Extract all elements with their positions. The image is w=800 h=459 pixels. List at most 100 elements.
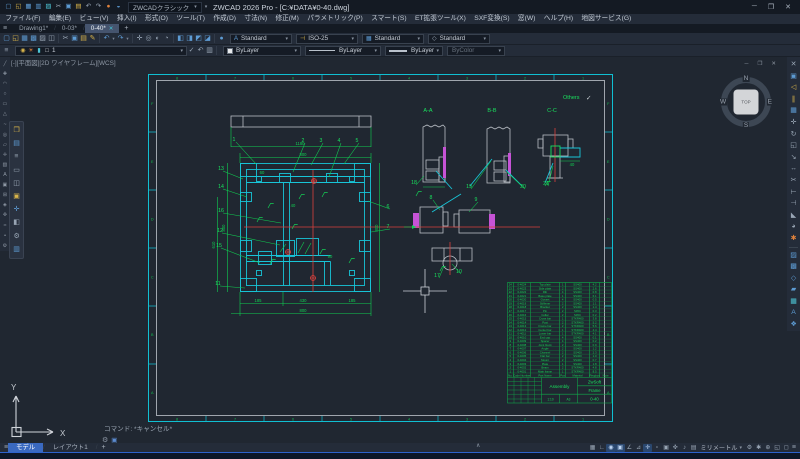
doc-close-button[interactable]: ✕ xyxy=(771,61,776,67)
layer-freeze-icon[interactable]: ☀ xyxy=(27,46,35,56)
break-icon[interactable]: ⊣ xyxy=(789,198,798,210)
chevron-down-icon[interactable]: ▾ xyxy=(436,48,439,54)
table-tool-icon[interactable]: ▥ xyxy=(12,244,21,255)
layer-previous-button[interactable]: ↶ xyxy=(196,46,205,56)
menu-item[interactable]: 寸法(N) xyxy=(240,14,271,24)
chevron-down-icon[interactable]: ▾ xyxy=(483,36,486,42)
undo-icon[interactable]: ↶ xyxy=(102,34,111,44)
redo-dropdown-arrow[interactable]: ▾ xyxy=(125,34,130,44)
measure-icon[interactable]: ⚙ xyxy=(12,231,21,242)
move-tool-icon[interactable]: ✛ xyxy=(12,204,21,215)
table-icon[interactable]: ▦ xyxy=(789,296,798,308)
extend-icon[interactable]: ⊢ xyxy=(789,187,798,199)
compass-west[interactable]: W xyxy=(719,99,727,106)
paste-icon[interactable]: ▤ xyxy=(74,2,83,12)
chevron-down-icon[interactable]: ▾ xyxy=(417,36,420,42)
offset-icon[interactable]: ∥ xyxy=(789,94,798,106)
menu-item[interactable]: ファイル(F) xyxy=(1,14,45,24)
layer-color-swatch-icon[interactable]: □ xyxy=(43,46,51,56)
chevron-down-icon[interactable]: ▾ xyxy=(285,36,288,42)
isolate-objects-icon[interactable]: ⚙ xyxy=(745,444,754,452)
fullscreen-icon[interactable]: ◱ xyxy=(773,444,782,452)
layer-properties-icon[interactable]: ≡ xyxy=(2,46,11,56)
drawing-canvas[interactable]: 8877665544332211FFEEDDCCBBAA xyxy=(0,57,800,443)
menu-item[interactable]: パラメトリック(P) xyxy=(303,14,367,24)
osnap-icon[interactable]: ▣ xyxy=(616,444,625,452)
doc-tab[interactable]: 0-40*✕ xyxy=(85,24,120,34)
redo-icon[interactable]: ↷ xyxy=(94,2,103,12)
new-tab-button[interactable]: + xyxy=(119,25,133,32)
rotate-icon[interactable]: ↻ xyxy=(789,129,798,141)
grid-icon[interactable]: ▦ xyxy=(588,444,597,452)
workspace-switch-icon[interactable]: ● xyxy=(104,2,113,12)
workspace-dropdown[interactable]: ZWCADクラシック ▾ xyxy=(128,2,202,13)
chevron-down-icon[interactable]: ▾ xyxy=(294,48,297,54)
mirror-icon[interactable]: ◁ xyxy=(789,82,798,94)
compass-north[interactable]: N xyxy=(743,75,750,82)
close-tab-icon[interactable]: ✕ xyxy=(109,26,114,32)
chamfer-icon[interactable]: ◣ xyxy=(789,210,798,222)
stretch-icon[interactable]: ↘ xyxy=(789,152,798,164)
polygon-icon[interactable]: △ xyxy=(1,110,10,120)
xline-icon[interactable]: ✚ xyxy=(1,70,10,80)
visual-styles-icon[interactable]: ◪ xyxy=(203,34,212,44)
open-file-icon[interactable]: ◱ xyxy=(14,2,23,12)
distance-icon[interactable]: ▭ xyxy=(12,165,21,176)
new-icon[interactable]: ▢ xyxy=(2,34,11,44)
menu-item[interactable]: 地図サービス(G) xyxy=(577,14,635,24)
3d-views-icon[interactable]: ◩ xyxy=(194,34,203,44)
doc-tab-menu-ic[interactable]: ≡ xyxy=(3,25,7,32)
hatch-tool-icon[interactable]: ▨ xyxy=(789,250,798,262)
menu-item[interactable]: 形式(O) xyxy=(141,14,172,24)
menu-item[interactable]: スマート(S) xyxy=(367,14,411,24)
region-tool-icon[interactable]: ▰ xyxy=(789,284,798,296)
layer-on-icon[interactable]: ◉ xyxy=(19,46,27,56)
save-icon[interactable]: ▦ xyxy=(20,34,29,44)
open-icon[interactable]: ◱ xyxy=(11,34,20,44)
scale-icon[interactable]: ◱ xyxy=(789,140,798,152)
annotation-scale-icon[interactable]: ♪ xyxy=(680,444,689,452)
area-icon[interactable]: ◫ xyxy=(12,178,21,189)
properties-panel-icon[interactable]: ❒ xyxy=(12,125,21,136)
ducs-icon[interactable]: ⊿ xyxy=(634,444,643,452)
gradient-tool-icon[interactable]: ▩ xyxy=(789,261,798,273)
wipeout-icon[interactable]: ❖ xyxy=(789,319,798,331)
copy-object-icon[interactable]: ▣ xyxy=(789,71,798,83)
cut-icon[interactable]: ✂ xyxy=(54,2,63,12)
layer-combo[interactable]: ◉☀▮□ 1 ▾ xyxy=(15,46,187,56)
rectangle-icon[interactable]: ▭ xyxy=(1,100,10,110)
layer-make-current-button[interactable]: ✓ xyxy=(187,46,196,56)
arc-icon[interactable]: ◠ xyxy=(1,80,10,90)
table-style-combo[interactable]: ▦ Standard ▾ xyxy=(362,34,424,44)
plot-icon[interactable]: ▨ xyxy=(38,34,47,44)
tab-layout1[interactable]: レイアウト1 xyxy=(45,443,96,452)
doc-tab[interactable]: 0-03* xyxy=(56,24,83,33)
chevron-down-icon[interactable]: ▾ xyxy=(374,48,377,54)
close-button[interactable]: ✕ xyxy=(785,3,791,11)
layers-panel-icon[interactable]: ▤ xyxy=(12,138,21,149)
add-layout-button[interactable]: + xyxy=(97,444,109,451)
viewport-controls-label[interactable]: [-][平面図][2D ワイヤフレーム][WCS] xyxy=(11,58,116,67)
selection-cycling-icon[interactable]: ✜ xyxy=(671,444,680,452)
toolbar-options-arrow[interactable]: ▾ xyxy=(205,4,208,10)
mleader-style-combo[interactable]: ◇ Standard ▾ xyxy=(428,34,490,44)
group-icon[interactable]: ◧ xyxy=(12,217,21,228)
block-editor-icon[interactable]: ▣ xyxy=(12,191,21,202)
otrack-icon[interactable]: ∠ xyxy=(625,444,634,452)
copy-icon[interactable]: ▣ xyxy=(70,34,79,44)
save-icon[interactable]: ▦ xyxy=(24,2,33,12)
redraw-icon[interactable]: ● xyxy=(217,34,226,44)
help-icon[interactable]: ◒ xyxy=(114,2,123,12)
dyn-input-icon[interactable]: ✛ xyxy=(643,444,652,452)
zoom-window-icon[interactable]: ◐ xyxy=(153,34,162,44)
lineweight-display-icon[interactable]: ▫ xyxy=(652,444,661,452)
transparency-icon[interactable]: ▣ xyxy=(662,444,671,452)
redo-icon[interactable]: ↷ xyxy=(116,34,125,44)
view-navigation-compass[interactable]: N S W E TOP xyxy=(718,74,774,130)
menu-item[interactable]: 挿入(I) xyxy=(113,14,141,24)
status-overflow-icon[interactable]: ≡ xyxy=(792,444,796,451)
menu-item[interactable]: ET拡張ツール(X) xyxy=(411,14,470,24)
list-icon[interactable]: ≡ xyxy=(12,151,21,162)
explode-icon[interactable]: ✱ xyxy=(789,233,798,245)
minimize-button[interactable]: ─ xyxy=(752,3,757,11)
